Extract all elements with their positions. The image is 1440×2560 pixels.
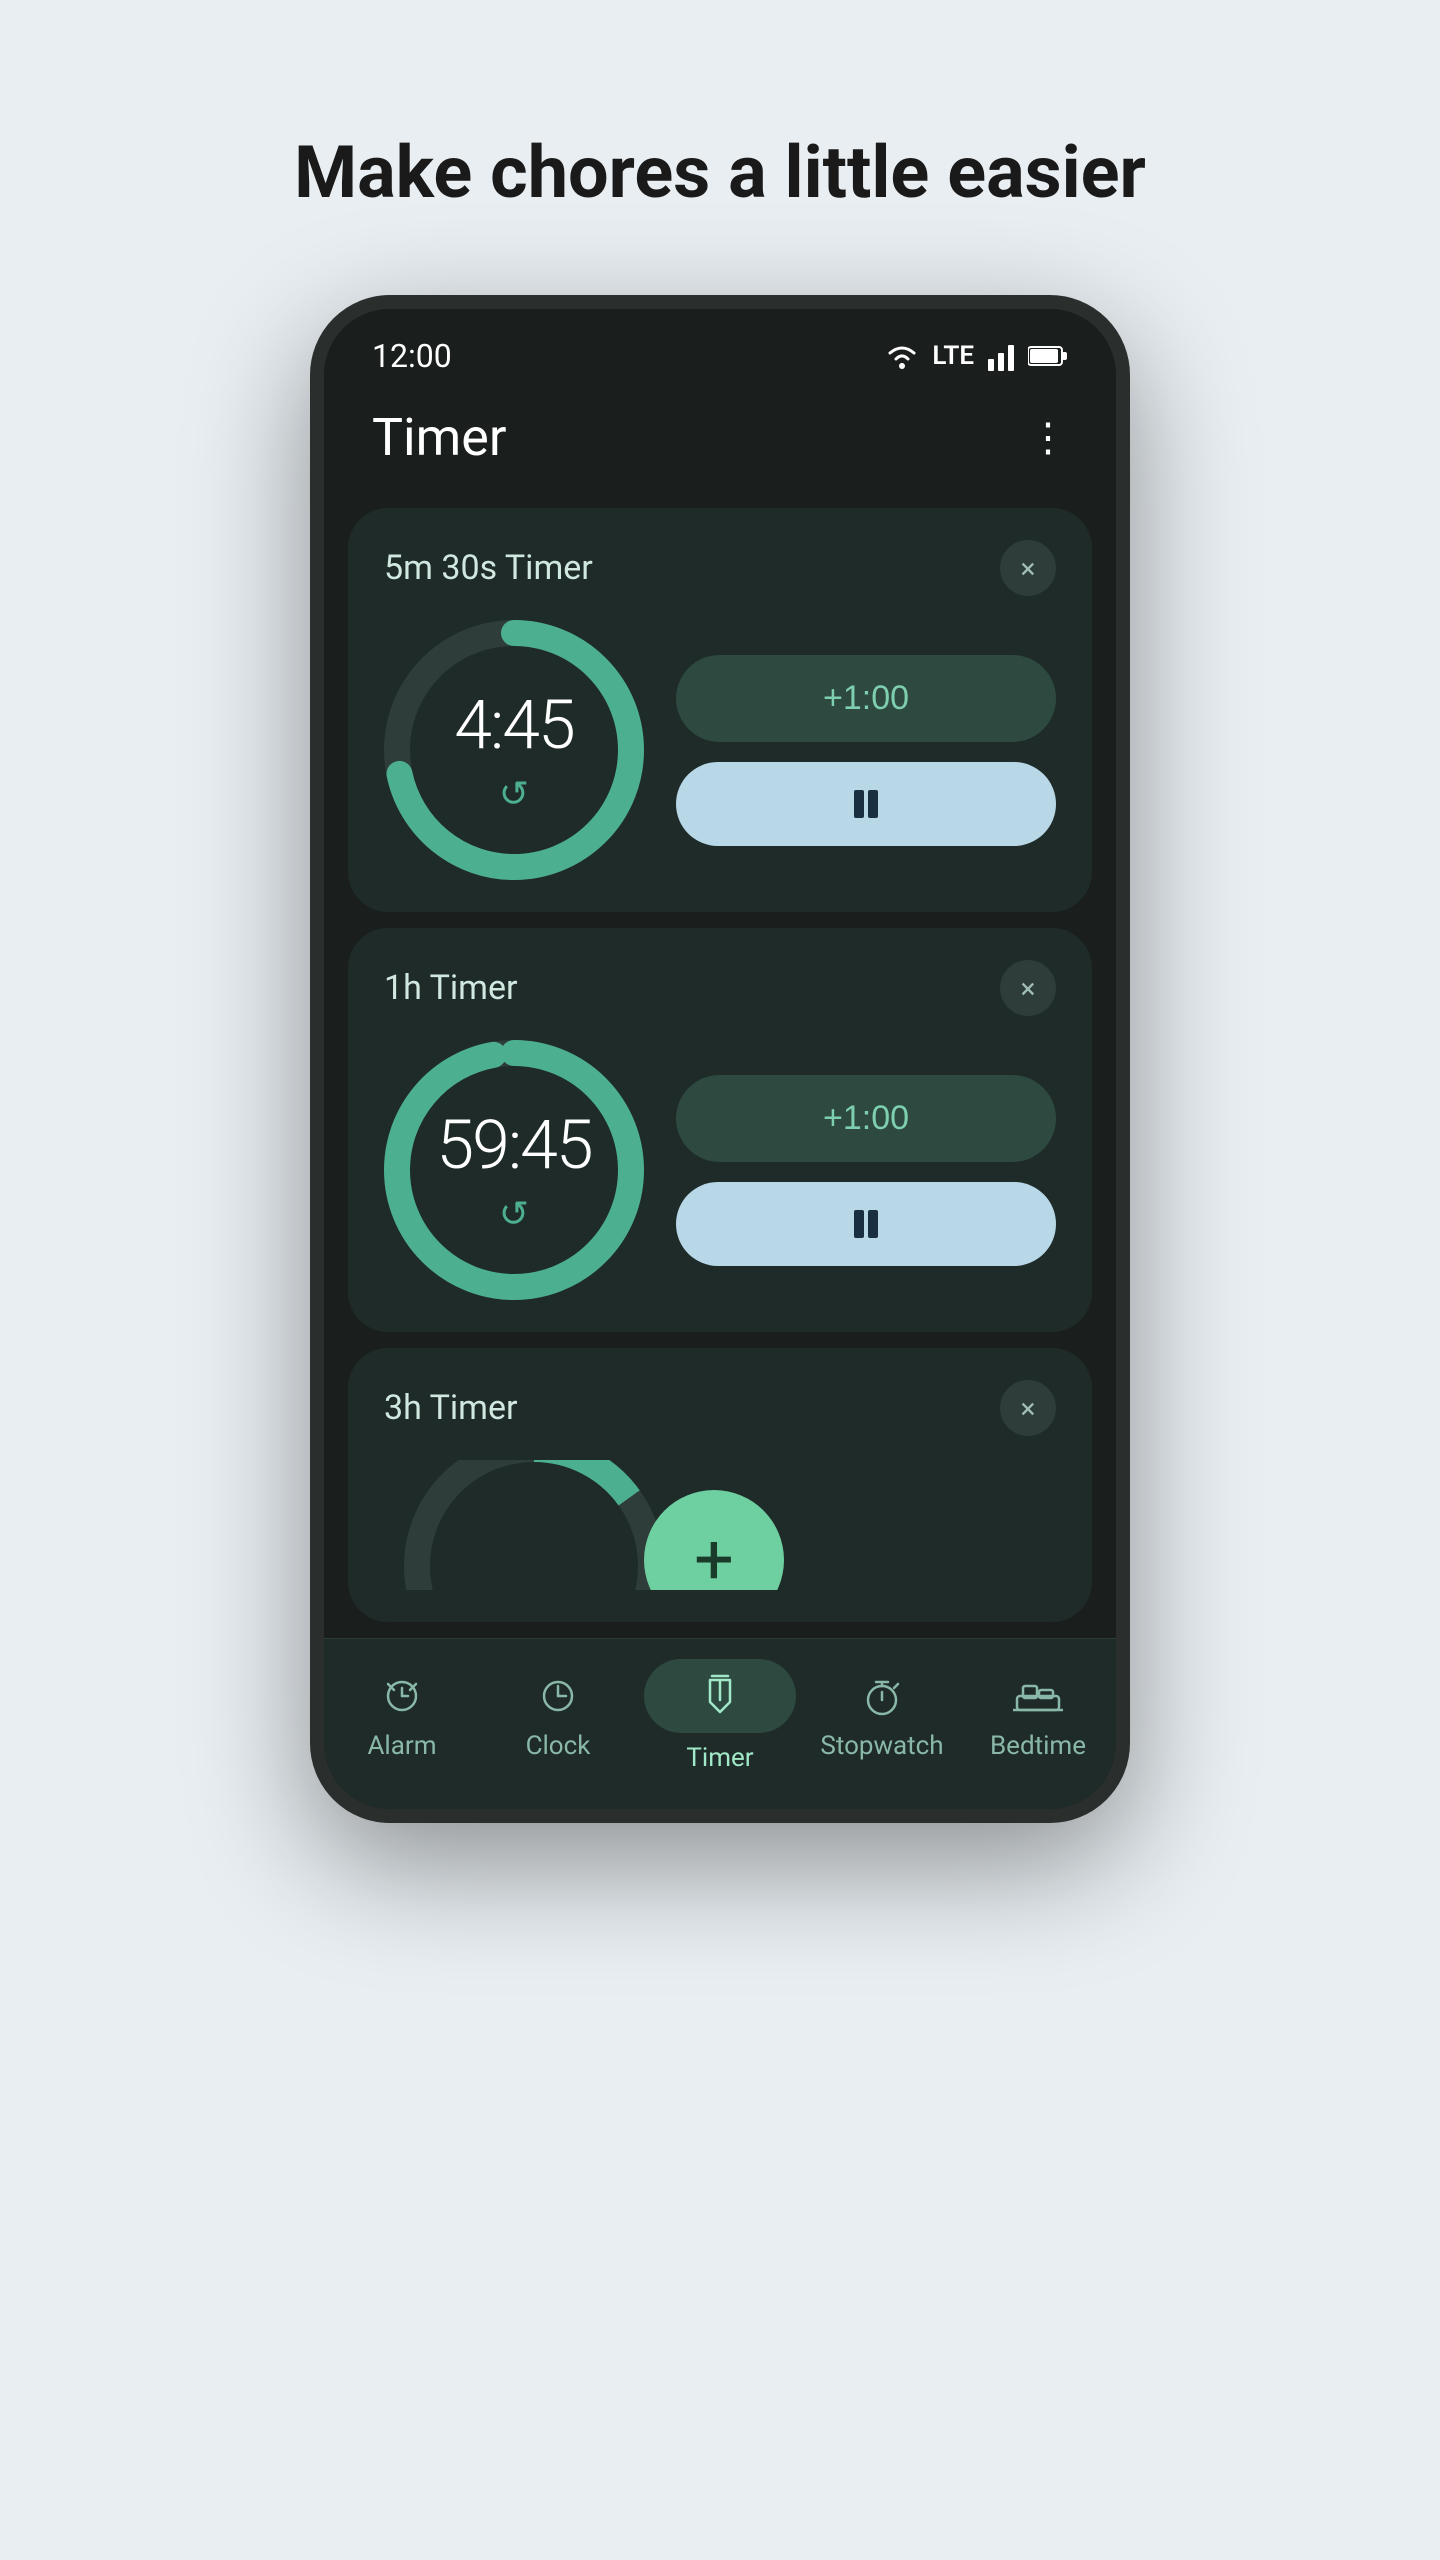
nav-stopwatch-label: Stopwatch [820,1731,943,1761]
clock-icon [518,1671,598,1721]
status-bar: 12:00 LTE [324,309,1116,387]
timer-1-reset-icon[interactable]: ↺ [499,773,529,815]
fab-plus-icon: + [694,1525,734,1590]
nav-bedtime-label: Bedtime [990,1731,1086,1761]
signal-icon [986,341,1016,371]
timer-3-close-button[interactable]: × [1000,1380,1056,1436]
app-title: Timer [372,407,506,468]
timer-2-header: 1h Timer × [384,960,1056,1016]
nav-clock-label: Clock [526,1731,591,1761]
timer-card-1: 5m 30s Timer × 4:45 ↺ +1:00 [348,508,1092,912]
timer-3-arc [404,1460,664,1590]
timer-2-reset-icon[interactable]: ↺ [499,1193,529,1235]
timer-1-header: 5m 30s Timer × [384,540,1056,596]
timer-2-add-button[interactable]: +1:00 [676,1075,1056,1162]
bedtime-icon [998,1671,1078,1721]
page-headline: Make chores a little easier [294,130,1146,215]
content-area: 5m 30s Timer × 4:45 ↺ +1:00 [324,492,1116,1638]
stopwatch-icon [842,1671,922,1721]
timer-1-close-button[interactable]: × [1000,540,1056,596]
bottom-nav: Alarm Clock [324,1638,1116,1809]
timer-2-circle[interactable]: 59:45 ↺ [384,1040,644,1300]
status-icons: LTE [884,341,1068,371]
nav-item-stopwatch[interactable]: Stopwatch [812,1671,952,1761]
timer-2-body: 59:45 ↺ +1:00 [384,1040,1056,1300]
timer-1-add-button[interactable]: +1:00 [676,655,1056,742]
pause-icon-1 [848,786,884,822]
timer-3-header: 3h Timer × [384,1380,1056,1436]
timer-1-buttons: +1:00 [676,655,1056,846]
pause-icon-2 [848,1206,884,1242]
nav-item-bedtime[interactable]: Bedtime [968,1671,1108,1761]
more-options-button[interactable]: ⋮ [1028,414,1068,461]
timer-2-label: 1h Timer [384,968,518,1008]
timer-2-display: 59:45 [436,1105,591,1185]
timer-1-circle[interactable]: 4:45 ↺ [384,620,644,880]
timer-card-2: 1h Timer × 59:45 ↺ +1:00 [348,928,1092,1332]
nav-timer-label: Timer [686,1743,753,1773]
status-time: 12:00 [372,337,452,375]
timer-2-pause-button[interactable] [676,1182,1056,1266]
timer-2-close-button[interactable]: × [1000,960,1056,1016]
timer-1-label: 5m 30s Timer [384,548,593,588]
app-bar: Timer ⋮ [324,387,1116,492]
wifi-icon [884,341,920,371]
timer-3-label: 3h Timer [384,1388,518,1428]
timer-1-body: 4:45 ↺ +1:00 [384,620,1056,880]
timer-1-pause-button[interactable] [676,762,1056,846]
add-timer-fab[interactable]: + [644,1490,784,1590]
alarm-icon [362,1671,442,1721]
timer-2-buttons: +1:00 [676,1075,1056,1266]
battery-icon [1028,341,1068,371]
nav-item-clock[interactable]: Clock [488,1671,628,1761]
nav-item-alarm[interactable]: Alarm [332,1671,472,1761]
nav-alarm-label: Alarm [367,1731,436,1761]
timer-1-display: 4:45 [454,685,573,765]
nav-item-timer[interactable]: Timer [644,1659,796,1773]
timer-card-3: 3h Timer × + [348,1348,1092,1622]
timer-nav-icon [680,1671,760,1721]
phone-frame: 12:00 LTE Timer [310,295,1130,1823]
lte-label: LTE [932,341,974,371]
timer-nav-pill [644,1659,796,1733]
